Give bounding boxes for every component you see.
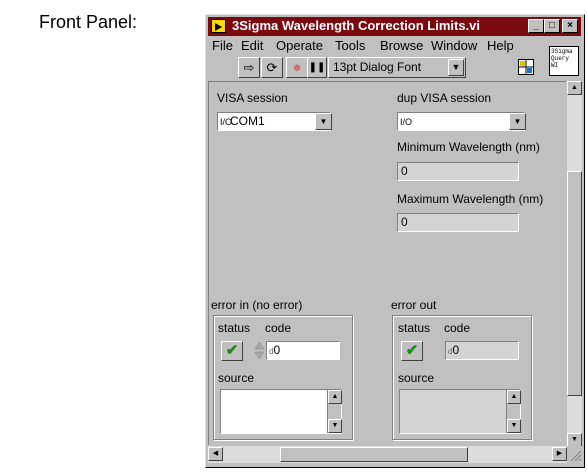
error-in-source-label: source bbox=[218, 371, 255, 385]
font-ring-label: 13pt Dialog Font bbox=[333, 60, 422, 74]
menu-tools[interactable]: Tools bbox=[335, 38, 365, 53]
toolbar: ⇨ ⟳ ● ❚❚ 13pt Dialog Font ▼ bbox=[208, 56, 538, 80]
scroll-right-arrow-icon[interactable]: ▶ bbox=[552, 447, 567, 461]
error-in-code-increment-icon[interactable] bbox=[254, 341, 265, 360]
error-in-source-field[interactable]: ▲ ▼ bbox=[220, 389, 342, 434]
menu-window[interactable]: Window bbox=[431, 38, 477, 53]
vi-run-icon bbox=[211, 19, 226, 33]
error-out-cluster: status code ✔ d0 source ▲ ▼ bbox=[392, 315, 532, 440]
error-in-source-scrollbar[interactable]: ▲ ▼ bbox=[327, 390, 342, 433]
menu-browse[interactable]: Browse bbox=[380, 38, 423, 53]
close-button[interactable]: × bbox=[562, 19, 578, 33]
error-out-source-field: ▲ ▼ bbox=[399, 389, 521, 434]
min-wavelength-indicator: 0 bbox=[397, 162, 519, 181]
dup-visa-session-label: dup VISA session bbox=[397, 91, 492, 105]
error-out-status-indicator: ✔ bbox=[401, 341, 423, 361]
title-bar[interactable]: 3Sigma Wavelength Correction Limits.vi _… bbox=[208, 17, 581, 36]
error-out-code-label: code bbox=[444, 321, 471, 335]
error-in-status-checkbox[interactable]: ✔ bbox=[221, 341, 243, 361]
error-out-status-label: status bbox=[398, 321, 431, 335]
error-in-code-field[interactable]: d0 bbox=[266, 341, 340, 360]
minimize-button[interactable]: _ bbox=[528, 19, 544, 33]
menu-file[interactable]: File bbox=[212, 38, 233, 53]
scroll-left-arrow-icon[interactable]: ◀ bbox=[208, 447, 223, 461]
visa-session-control[interactable]: I/OCOM1 bbox=[217, 112, 331, 131]
menu-edit[interactable]: Edit bbox=[241, 38, 263, 53]
vi-window: 3Sigma Wavelength Correction Limits.vi _… bbox=[205, 14, 585, 468]
error-in-status-label: status bbox=[218, 321, 251, 335]
error-out-source-scrollbar[interactable]: ▲ ▼ bbox=[506, 390, 521, 433]
menu-bar: File Edit Operate Tools Browse Window He… bbox=[208, 37, 538, 55]
run-continuous-button[interactable]: ⟳ bbox=[261, 57, 283, 78]
pause-button[interactable]: ❚❚ bbox=[307, 57, 327, 78]
max-wavelength-label: Maximum Wavelength (nm) bbox=[397, 192, 544, 206]
front-panel-area: VISA session I/OCOM1 ▼ dup VISA session … bbox=[208, 81, 566, 445]
maximize-button[interactable]: □ bbox=[544, 19, 560, 33]
horizontal-scroll-thumb[interactable] bbox=[280, 447, 468, 462]
font-ring-dropdown-button[interactable]: ▼ bbox=[448, 59, 464, 76]
dup-visa-session-indicator: I/O bbox=[397, 112, 525, 131]
error-out-code-field: d0 bbox=[445, 341, 519, 360]
connector-pane-icon[interactable] bbox=[518, 59, 534, 75]
max-wavelength-indicator: 0 bbox=[397, 213, 519, 232]
window-title: 3Sigma Wavelength Correction Limits.vi bbox=[232, 18, 481, 33]
visa-io-icon: I/O bbox=[220, 117, 233, 127]
dup-visa-io-icon: I/O bbox=[400, 117, 413, 127]
scroll-up-arrow-icon[interactable]: ▲ bbox=[328, 390, 342, 404]
dup-visa-session-dropdown-button[interactable]: ▼ bbox=[509, 113, 526, 130]
error-out-label: error out bbox=[391, 298, 437, 312]
scroll-up-arrow-icon[interactable]: ▲ bbox=[567, 81, 582, 95]
error-out-code-value: 0 bbox=[452, 343, 460, 357]
visa-session-value: COM1 bbox=[230, 114, 265, 128]
window-vertical-scrollbar[interactable]: ▲ ▼ bbox=[567, 81, 582, 447]
window-horizontal-scrollbar[interactable]: ◀ ▶ bbox=[208, 446, 567, 463]
run-button[interactable]: ⇨ bbox=[238, 57, 260, 78]
error-in-code-label: code bbox=[265, 321, 292, 335]
vertical-scroll-thumb[interactable] bbox=[567, 171, 582, 396]
error-in-code-value: 0 bbox=[273, 343, 281, 357]
scroll-down-arrow-icon[interactable]: ▼ bbox=[567, 433, 582, 447]
error-in-label: error in (no error) bbox=[211, 298, 303, 312]
scroll-down-arrow-icon[interactable]: ▼ bbox=[328, 419, 342, 433]
front-panel-caption: Front Panel: bbox=[39, 12, 138, 32]
visa-session-label: VISA session bbox=[217, 91, 288, 105]
scroll-down-arrow-icon[interactable]: ▼ bbox=[507, 419, 521, 433]
min-wavelength-label: Minimum Wavelength (nm) bbox=[397, 140, 540, 154]
resize-grip-icon[interactable] bbox=[567, 446, 582, 463]
error-in-cluster: status code ✔ d0 source ▲ ▼ bbox=[213, 315, 353, 440]
font-ring[interactable]: 13pt Dialog Font bbox=[328, 57, 466, 78]
menu-operate[interactable]: Operate bbox=[276, 38, 323, 53]
abort-button[interactable]: ● bbox=[286, 57, 308, 78]
vi-icon-pane[interactable]: 3Sigma Query WI bbox=[549, 46, 579, 76]
visa-session-dropdown-button[interactable]: ▼ bbox=[315, 113, 332, 130]
scroll-up-arrow-icon[interactable]: ▲ bbox=[507, 390, 521, 404]
error-out-source-label: source bbox=[398, 371, 435, 385]
menu-help[interactable]: Help bbox=[487, 38, 514, 53]
